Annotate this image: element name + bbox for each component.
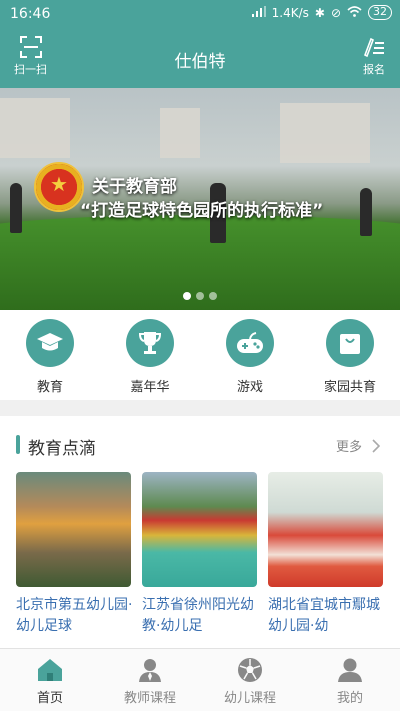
status-bar: 16:46 1.4K/s ✱ ⊘ 32 (0, 0, 400, 28)
status-icons: 1.4K/s ✱ ⊘ 32 (251, 5, 392, 20)
register-button[interactable]: 报名 (362, 36, 386, 77)
national-emblem-icon (34, 162, 84, 212)
article-card[interactable]: 北京市第五幼儿园·幼儿足球 (16, 472, 133, 637)
signal-icon (251, 5, 266, 20)
app-header: 扫一扫 仕伯特 报名 (0, 28, 400, 88)
section-title: 教育点滴 (28, 439, 96, 459)
page-title: 仕伯特 (174, 52, 226, 72)
section-accent-bar (16, 435, 20, 454)
more-label: 更多 (335, 440, 362, 455)
shopping-bag-icon (326, 319, 374, 367)
more-link[interactable]: 更多 (336, 436, 380, 455)
carousel-dot[interactable] (183, 292, 191, 300)
carousel-dot[interactable] (196, 292, 204, 300)
article-title: 北京市第五幼儿园·幼儿足球 (16, 597, 133, 634)
section-header: 教育点滴 更多 (0, 432, 400, 462)
quick-nav-label: 家园共育 (323, 380, 376, 395)
tab-mine[interactable]: 我的 (300, 649, 400, 711)
tab-child-course[interactable]: 幼儿课程 (200, 649, 300, 711)
tab-label: 首页 (36, 691, 63, 706)
article-title: 湖北省宜城市鄢城幼儿园·幼 (268, 597, 380, 634)
quick-nav-label: 教育 (36, 380, 63, 395)
bluetooth-icon: ✱ (314, 5, 325, 20)
background-person (360, 188, 372, 236)
home-icon (38, 659, 62, 681)
background-building (160, 108, 200, 158)
chevron-right-icon (372, 438, 380, 453)
quick-nav-label: 游戏 (236, 380, 263, 395)
background-building (280, 103, 370, 163)
teacher-icon (139, 659, 161, 682)
football-icon (238, 658, 262, 682)
tab-home[interactable]: 首页 (0, 649, 100, 711)
quick-nav-carnival[interactable]: 嘉年华 (100, 310, 200, 400)
user-icon (338, 658, 362, 682)
quick-nav-label: 嘉年华 (130, 380, 170, 395)
background-person (10, 183, 22, 233)
carousel-indicator (0, 292, 400, 300)
banner-headline-line2: “打造足球特色园所的执行标准” (80, 201, 324, 221)
section-divider (0, 400, 400, 416)
banner-carousel[interactable]: 关于教育部 “打造足球特色园所的执行标准” (0, 88, 400, 310)
carousel-dot[interactable] (209, 292, 217, 300)
quick-nav-games[interactable]: 游戏 (200, 310, 300, 400)
wifi-icon (347, 5, 362, 20)
quick-nav-education[interactable]: 教育 (0, 310, 100, 400)
register-label: 报名 (363, 63, 385, 76)
gamepad-icon (226, 319, 274, 367)
edit-list-icon (363, 37, 384, 58)
mute-icon: ⊘ (330, 5, 341, 20)
app-screen: 16:46 1.4K/s ✱ ⊘ 32 扫一扫 仕伯特 报名 ★ 关于教育部 “… (0, 0, 400, 711)
bottom-tab-bar: 首页 教师课程 幼儿课程 我的 (0, 648, 400, 711)
trophy-icon (126, 319, 174, 367)
tab-teacher-course[interactable]: 教师课程 (100, 649, 200, 711)
article-thumbnail (16, 472, 131, 587)
quick-nav-co-education[interactable]: 家园共育 (300, 310, 400, 400)
article-card[interactable]: 湖北省宜城市鄢城幼儿园·幼 (268, 472, 383, 637)
status-time: 16:46 (10, 6, 51, 22)
article-thumbnail (268, 472, 383, 587)
graduation-cap-icon (26, 319, 74, 367)
background-building (0, 98, 70, 158)
article-thumbnail (142, 472, 257, 587)
article-card[interactable]: 江苏省徐州阳光幼教·幼儿足 (142, 472, 257, 637)
tab-label: 教师课程 (123, 691, 176, 706)
tab-label: 我的 (336, 691, 363, 706)
banner-headline-line1: 关于教育部 (92, 177, 177, 197)
tab-label: 幼儿课程 (223, 691, 276, 706)
article-title: 江苏省徐州阳光幼教·幼儿足 (142, 597, 254, 634)
article-list: 北京市第五幼儿园·幼儿足球 江苏省徐州阳光幼教·幼儿足 湖北省宜城市鄢城幼儿园·… (0, 472, 400, 647)
network-speed: 1.4K/s (271, 5, 309, 20)
quick-nav: 教育 嘉年华 游戏 家园共育 (0, 310, 400, 400)
battery-icon: 32 (368, 5, 392, 20)
